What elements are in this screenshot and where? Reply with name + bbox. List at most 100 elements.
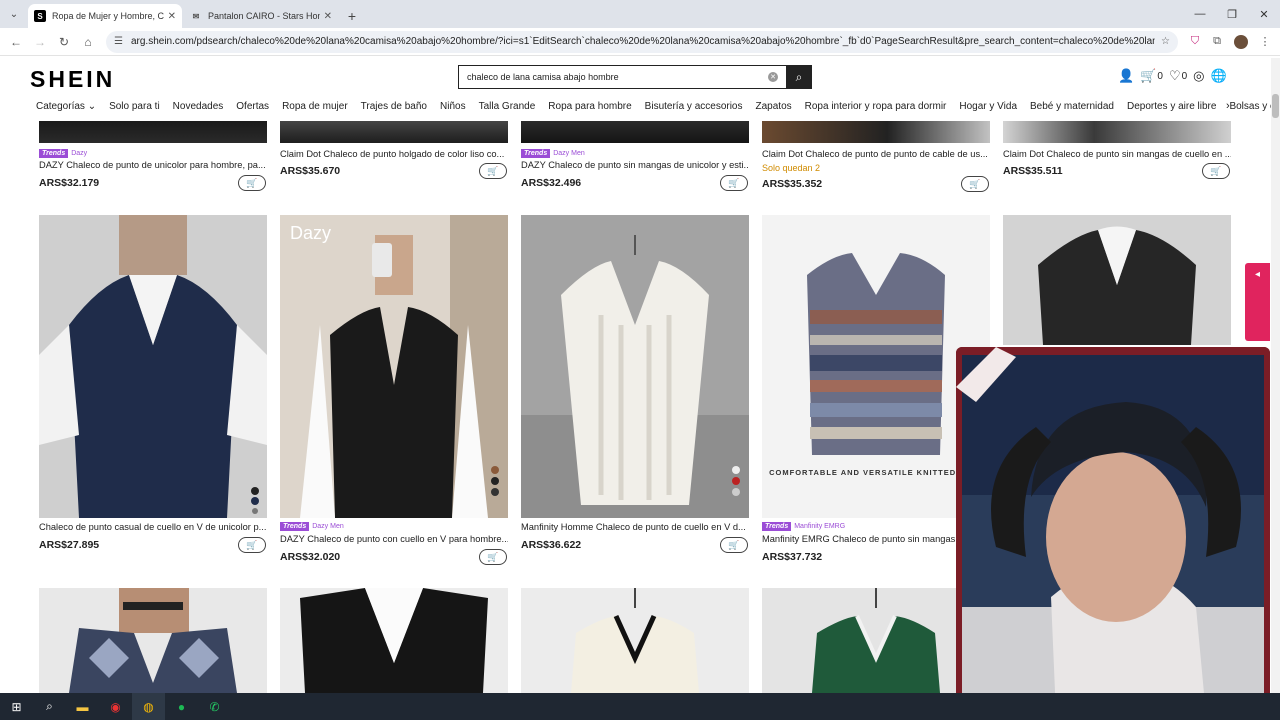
product-title[interactable]: DAZY Chaleco de punto sin mangas de unic… (521, 160, 749, 170)
url-text: arg.shein.com/pdsearch/chaleco%20de%20la… (130, 36, 1156, 47)
nav-item[interactable]: Deportes y aire libre (1127, 101, 1216, 112)
side-promo-tab[interactable]: ◂ (1245, 263, 1270, 341)
minimize-icon[interactable]: — (1184, 0, 1216, 28)
nav-item[interactable]: Ropa para hombre (548, 101, 631, 112)
tab-close-icon[interactable]: ✕ (324, 11, 332, 22)
product-image[interactable] (39, 588, 267, 693)
new-tab-icon[interactable]: + (340, 4, 364, 28)
product-image[interactable] (280, 588, 508, 693)
nav-item[interactable]: Bebé y maternidad (1030, 101, 1114, 112)
shield-extension-icon[interactable]: ⛉ (1184, 31, 1206, 53)
search-icon[interactable]: ⌕ (786, 65, 812, 89)
support-headset-icon[interactable]: ◎ (1193, 68, 1204, 84)
add-to-cart-icon[interactable]: 🛒 (238, 537, 266, 553)
brand-label[interactable]: Dazy (71, 150, 87, 157)
account-icon[interactable]: 👤 (1118, 68, 1134, 84)
nav-item[interactable]: Bisutería y accesorios (645, 101, 743, 112)
reload-icon[interactable]: ↻ (52, 30, 76, 54)
product-price: ARS$36.622 (521, 539, 582, 551)
add-to-cart-icon[interactable]: 🛒 (479, 549, 507, 565)
nav-item[interactable]: Talla Grande (479, 101, 536, 112)
forward-icon[interactable]: → (28, 30, 52, 54)
search-taskbar-icon[interactable]: ⌕ (33, 693, 66, 720)
brand-label[interactable]: Dazy Men (553, 150, 585, 157)
scrollbar-thumb[interactable] (1272, 94, 1279, 118)
add-to-cart-icon[interactable]: 🛒 (479, 163, 507, 179)
product-title[interactable]: Claim Dot Chaleco de punto holgado de co… (280, 149, 508, 159)
black-vest-mirror-photo (280, 215, 508, 518)
close-window-icon[interactable]: ✕ (1248, 0, 1280, 28)
recorder-app-icon[interactable]: ◉ (99, 693, 132, 720)
page-scrollbar[interactable] (1271, 58, 1280, 693)
product-image[interactable] (39, 121, 267, 143)
product-image[interactable] (521, 215, 749, 518)
nav-item[interactable]: Trajes de baño (361, 101, 427, 112)
nav-item[interactable]: Niños (440, 101, 466, 112)
product-title[interactable]: DAZY Chaleco de punto con cuello en V pa… (280, 534, 508, 544)
product-image[interactable] (762, 121, 990, 143)
nav-item[interactable]: Solo para ti (109, 101, 160, 112)
nav-item[interactable]: Ropa de mujer (282, 101, 348, 112)
webcam-overlay (956, 347, 1270, 720)
search-input[interactable] (459, 66, 768, 88)
address-bar[interactable]: ☰ arg.shein.com/pdsearch/chaleco%20de%20… (106, 30, 1178, 53)
product-title[interactable]: Claim Dot Chaleco de punto sin mangas de… (1003, 149, 1231, 159)
chrome-icon[interactable]: ◍ (132, 693, 165, 720)
add-to-cart-icon[interactable]: 🛒 (720, 537, 748, 553)
product-title[interactable]: Manfinity Homme Chaleco de punto de cuel… (521, 522, 749, 532)
add-to-cart-icon[interactable]: 🛒 (1202, 163, 1230, 179)
tab-stars[interactable]: ✉ Pantalon CAIRO - Stars Hombr ✕ (184, 4, 338, 28)
shein-logo[interactable]: SHEIN (30, 66, 115, 93)
product-title[interactable]: Manfinity EMRG Chaleco de punto sin mang… (762, 534, 958, 544)
clear-search-icon[interactable]: ✕ (768, 72, 778, 82)
product-image[interactable] (1003, 215, 1231, 345)
nav-item[interactable]: Ofertas (236, 101, 269, 112)
product-title[interactable]: Claim Dot Chaleco de punto de punto de c… (762, 149, 990, 159)
nav-next-arrow-icon[interactable]: › (1226, 100, 1230, 112)
add-to-cart-icon[interactable]: 🛒 (238, 175, 266, 191)
tab-shein[interactable]: S Ropa de Mujer y Hombre, Com ✕ (28, 4, 182, 28)
whatsapp-icon[interactable]: ✆ (198, 693, 231, 720)
nav-item[interactable]: Ropa interior y ropa para dormir (805, 101, 947, 112)
back-icon[interactable]: ← (4, 30, 28, 54)
trends-label: Trends (762, 522, 792, 531)
home-icon[interactable]: ⌂ (76, 30, 100, 54)
product-image[interactable] (521, 588, 749, 693)
cart-icon[interactable]: 🛒 0 (1140, 68, 1163, 84)
product-title[interactable]: Chaleco de punto casual de cuello en V d… (39, 522, 267, 532)
product-title[interactable]: DAZY Chaleco de punto de unicolor para h… (39, 160, 267, 170)
nav-item[interactable]: Novedades (173, 101, 224, 112)
dazy-watermark: Dazy (290, 223, 332, 243)
add-to-cart-icon[interactable]: 🛒 (961, 176, 989, 192)
product-price: ARS$27.895 (39, 539, 100, 551)
product-image[interactable] (39, 215, 267, 518)
cream-vest-trim-photo (521, 588, 749, 693)
promo-arrow-icon: ◂ (1254, 269, 1261, 280)
nav-item[interactable]: Categorías ⌄ (36, 101, 96, 112)
browser-menu-icon[interactable]: ⋮ (1254, 31, 1276, 53)
tab-search-icon[interactable]: ⌄ (0, 0, 28, 28)
restore-icon[interactable]: ❐ (1216, 0, 1248, 28)
profile-avatar[interactable] (1234, 34, 1248, 49)
site-info-icon[interactable]: ☰ (114, 36, 123, 47)
tab-close-icon[interactable]: ✕ (168, 11, 176, 22)
nav-item[interactable]: Hogar y Vida (959, 101, 1017, 112)
product-image[interactable] (1003, 121, 1231, 143)
product-image[interactable] (521, 121, 749, 143)
bookmark-star-icon[interactable]: ☆ (1161, 36, 1170, 47)
brand-label[interactable]: Manfinity EMRG (794, 523, 845, 530)
brand-label[interactable]: Dazy Men (312, 523, 344, 530)
file-explorer-icon[interactable]: ▬ (66, 693, 99, 720)
product-image[interactable]: Dazy (280, 215, 508, 518)
add-to-cart-icon[interactable]: 🛒 (720, 175, 748, 191)
wishlist-heart-icon[interactable]: ♡ 0 (1169, 68, 1187, 84)
product-price: ARS$32.020 (280, 551, 341, 563)
product-image[interactable] (280, 121, 508, 143)
windows-start-icon[interactable]: ⊞ (0, 693, 33, 720)
spotify-icon[interactable]: ● (165, 693, 198, 720)
nav-item[interactable]: Zapatos (756, 101, 792, 112)
globe-language-icon[interactable]: 🌐 (1211, 68, 1227, 84)
extensions-puzzle-icon[interactable]: ⧉ (1206, 31, 1228, 53)
windows-taskbar: ⊞ ⌕ ▬ ◉ ◍ ● ✆ (0, 693, 1280, 720)
trends-badge: Trends Manfinity EMRG (762, 522, 845, 531)
